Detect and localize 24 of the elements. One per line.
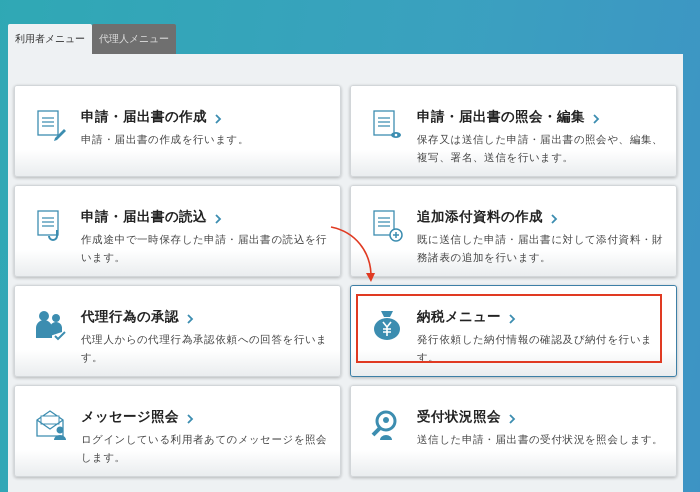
- menu-tab[interactable]: 代理人メニュー: [92, 24, 176, 54]
- card-description: 既に送信した申請・届出書に対して添付資料・財務諸表の追加を行います。: [417, 233, 664, 266]
- card-title: 申請・届出書の作成: [81, 108, 207, 126]
- card-description: 保存又は送信した申請・届出書の照会や、編集、複写、署名、送信を行います。: [417, 133, 664, 166]
- card-title: 代理行為の承認: [81, 308, 179, 326]
- card-description: 作成途中で一時保存した申請・届出書の読込を行います。: [81, 233, 328, 266]
- card-description: 申請・届出書の作成を行います。: [81, 133, 249, 148]
- card-title: 申請・届出書の読込: [81, 208, 207, 226]
- card-description: 代理人からの代理行為承認依頼への回答を行います。: [81, 333, 328, 366]
- menu-card[interactable]: 申請・届出書の照会・編集 保存又は送信した申請・届出書の照会や、編集、複写、署名、送信を行います。: [350, 85, 677, 177]
- card-description: 送信した申請・届出書の受付状況を照会します。: [417, 433, 664, 448]
- menu-card[interactable]: 追加添付資料の作成 既に送信した申請・届出書に対して添付資料・財務諸表の追加を行います。: [350, 185, 677, 277]
- menu-tab[interactable]: 利用者メニュー: [8, 24, 92, 54]
- menu-card[interactable]: メッセージ照会 ログインしている利用者あてのメッセージを照会します。: [14, 385, 341, 477]
- menu-card[interactable]: 申請・届出書の作成 申請・届出書の作成を行います。: [14, 85, 341, 177]
- card-description: ログインしている利用者あてのメッセージを照会します。: [81, 433, 328, 466]
- menu-card[interactable]: 受付状況照会 送信した申請・届出書の受付状況を照会します。: [350, 385, 677, 477]
- card-title: 追加添付資料の作成: [417, 208, 543, 226]
- card-title: 受付状況照会: [417, 408, 501, 426]
- menu-card[interactable]: 申請・届出書の読込 作成途中で一時保存した申請・届出書の読込を行います。: [14, 185, 341, 277]
- card-title: 納税メニュー: [417, 308, 501, 326]
- menu-card[interactable]: 代理行為の承認 代理人からの代理行為承認依頼への回答を行います。: [14, 285, 341, 377]
- card-title: メッセージ照会: [81, 408, 179, 426]
- card-title: 申請・届出書の照会・編集: [417, 108, 585, 126]
